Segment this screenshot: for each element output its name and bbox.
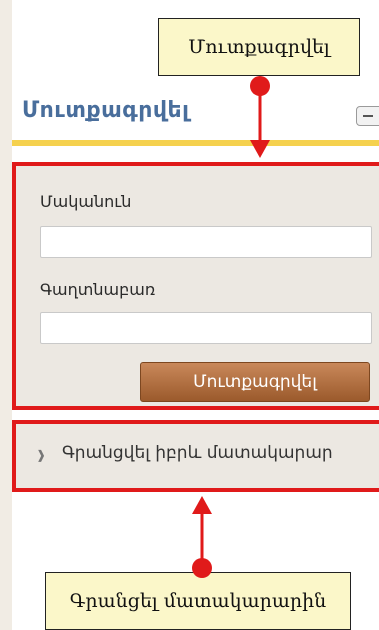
password-label: Գաղտնաբառ bbox=[40, 280, 156, 299]
callout-login: Մուտքագրվել bbox=[158, 18, 360, 76]
register-supplier-link[interactable]: Գրանցվել իբրև մատակարար bbox=[62, 443, 333, 463]
sidebar-edge bbox=[0, 0, 12, 630]
chevron-right-icon: ❱ bbox=[36, 448, 47, 462]
username-input[interactable] bbox=[40, 226, 372, 258]
callout-register-text: Գրանցել մատակարարին bbox=[69, 590, 327, 612]
minus-icon bbox=[363, 115, 373, 117]
collapse-button[interactable] bbox=[356, 106, 379, 126]
callout-register: Գրանցել մատակարարին bbox=[45, 572, 351, 630]
password-input[interactable] bbox=[40, 312, 372, 344]
login-button[interactable]: Մուտքագրվել bbox=[140, 362, 370, 402]
username-label: Մականուն bbox=[40, 192, 132, 211]
login-title: Մուտքագրվել bbox=[22, 98, 190, 123]
login-button-label: Մուտքագրվել bbox=[193, 372, 317, 392]
arrow-down-icon bbox=[250, 76, 270, 158]
callout-login-text: Մուտքագրվել bbox=[188, 36, 330, 58]
arrow-up-icon bbox=[192, 496, 212, 578]
header-accent-rule bbox=[12, 140, 379, 146]
